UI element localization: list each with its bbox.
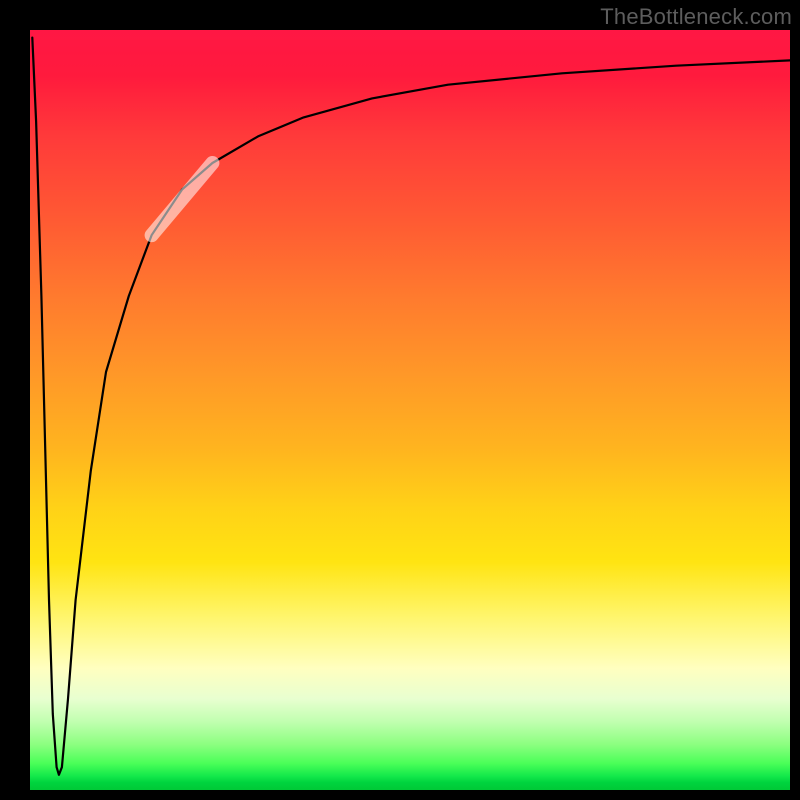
curve-svg xyxy=(30,30,790,790)
highlight-segment xyxy=(152,163,213,235)
bottleneck-curve xyxy=(32,38,790,775)
plot-area xyxy=(30,30,790,790)
watermark-label: TheBottleneck.com xyxy=(600,4,792,30)
chart-frame: TheBottleneck.com xyxy=(0,0,800,800)
